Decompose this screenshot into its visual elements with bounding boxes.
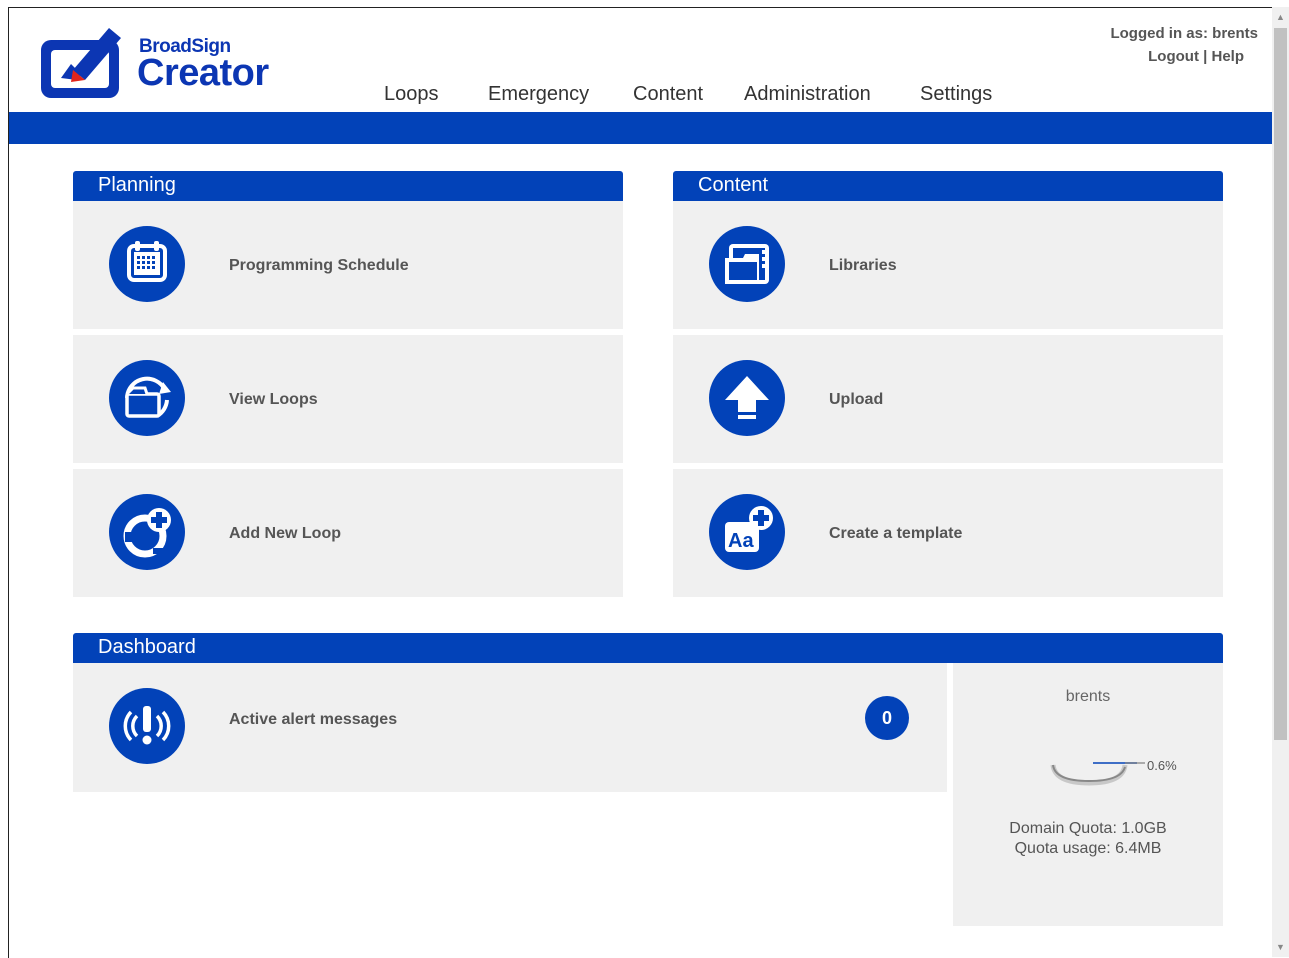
dashboard-header: Dashboard	[73, 633, 1223, 663]
header-bar	[9, 112, 1272, 144]
logout-link[interactable]: Logout	[1148, 48, 1199, 65]
tile-label: Programming Schedule	[229, 257, 409, 274]
domain-quota: Domain Quota: 1.0GB	[1009, 820, 1167, 837]
nav-settings[interactable]: Settings	[920, 83, 992, 106]
scroll-up-arrow-icon[interactable]: ▲	[1274, 10, 1287, 24]
alert-label: Active alert messages	[229, 711, 398, 728]
quota-username: brents	[1065, 688, 1111, 705]
tile-label: Upload	[829, 391, 884, 408]
svg-text:Aa: Aa	[728, 530, 754, 552]
nav-loops[interactable]: Loops	[384, 83, 439, 106]
link-separator: |	[1203, 48, 1208, 65]
tile-label: Add New Loop	[229, 525, 341, 542]
tile-active-alerts[interactable]: Active alert messages 0	[73, 663, 947, 792]
tile-programming-schedule[interactable]: Programming Schedule	[73, 201, 623, 329]
tile-libraries[interactable]: Libraries	[673, 201, 1223, 329]
tile-label: Create a template	[829, 525, 963, 542]
quota-percent: 0.6%	[1147, 758, 1177, 773]
account-info: Logged in as: brents Logout | Help	[1110, 22, 1258, 68]
tile-upload[interactable]: Upload	[673, 335, 1223, 463]
tile-add-new-loop[interactable]: Add New Loop	[73, 469, 623, 597]
tile-label: Libraries	[829, 257, 897, 274]
planning-header: Planning	[73, 171, 623, 201]
loop-folder-icon	[109, 360, 185, 436]
quota-gauge-icon	[1050, 762, 1145, 786]
scroll-down-arrow-icon[interactable]: ▼	[1274, 940, 1287, 954]
calendar-icon	[109, 226, 185, 302]
quota-panel: brents 0.6% Domain Quota: 1.0GB Quota us…	[953, 663, 1223, 926]
quota-usage: Quota usage: 6.4MB	[1014, 840, 1162, 857]
broadsign-creator-logo[interactable]: BroadSign Creator	[37, 26, 297, 106]
tile-label: View Loops	[229, 391, 318, 408]
help-link[interactable]: Help	[1211, 48, 1244, 65]
tile-view-loops[interactable]: View Loops	[73, 335, 623, 463]
upload-arrow-icon	[709, 360, 785, 436]
alert-broadcast-icon	[109, 688, 185, 764]
nav-emergency[interactable]: Emergency	[488, 83, 589, 106]
scroll-thumb[interactable]	[1274, 28, 1287, 740]
quota-info: Domain Quota: 1.0GB Quota usage: 6.4MB	[953, 819, 1223, 859]
add-loop-icon	[109, 494, 185, 570]
logged-in-as: Logged in as: brents	[1110, 25, 1258, 42]
alert-count-badge[interactable]: 0	[865, 696, 909, 740]
nav-administration[interactable]: Administration	[744, 83, 871, 106]
browser-viewport: BroadSign Creator Loops Emergency Conten…	[8, 7, 1272, 958]
content-header: Content	[673, 171, 1223, 201]
logo-icon	[41, 28, 121, 98]
library-folder-icon	[709, 226, 785, 302]
brand-name-big: Creator	[137, 52, 269, 94]
tile-create-template[interactable]: Aa Create a template	[673, 469, 1223, 597]
nav-content[interactable]: Content	[633, 83, 703, 106]
template-add-icon: Aa	[709, 494, 785, 570]
